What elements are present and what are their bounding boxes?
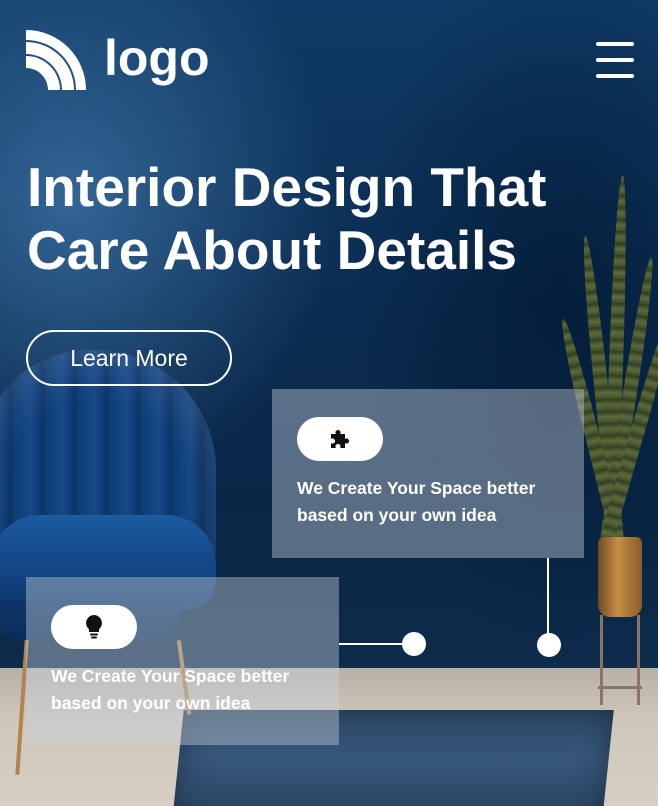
feature-icon-badge [297, 417, 383, 461]
hero-section: logo Interior Design That Care About Det… [0, 0, 658, 806]
feature-text: We Create Your Space better based on you… [297, 475, 559, 529]
puzzle-piece-icon [331, 430, 349, 448]
feature-icon-badge [51, 605, 137, 649]
feature-text-line-2: based on your own idea [297, 505, 497, 525]
feature-text-line-1: We Create Your Space better [51, 666, 290, 686]
feature-card: We Create Your Space better based on you… [272, 389, 584, 558]
feature-card: We Create Your Space better based on you… [26, 577, 339, 745]
pot-stand [600, 615, 603, 705]
signal-arcs-icon [26, 30, 86, 90]
pot-stand [637, 615, 640, 705]
connector-dot [537, 633, 561, 657]
feature-text-line-2: based on your own idea [51, 693, 251, 713]
pot-stand [598, 686, 642, 689]
hero-headline: Interior Design That Care About Details [27, 156, 627, 282]
logo-text: logo [104, 30, 210, 86]
feature-text-line-1: We Create Your Space better [297, 478, 536, 498]
logo[interactable]: logo [26, 30, 210, 90]
headline-line-1: Interior Design That [27, 156, 547, 218]
connector-dot [402, 632, 426, 656]
feature-text: We Create Your Space better based on you… [51, 663, 314, 717]
connector-line [339, 643, 409, 645]
headline-line-2: Care About Details [27, 219, 518, 281]
lightbulb-icon [86, 615, 102, 639]
hamburger-menu-icon[interactable] [596, 42, 634, 78]
learn-more-button[interactable]: Learn More [26, 330, 232, 386]
plant-pot [598, 537, 642, 617]
